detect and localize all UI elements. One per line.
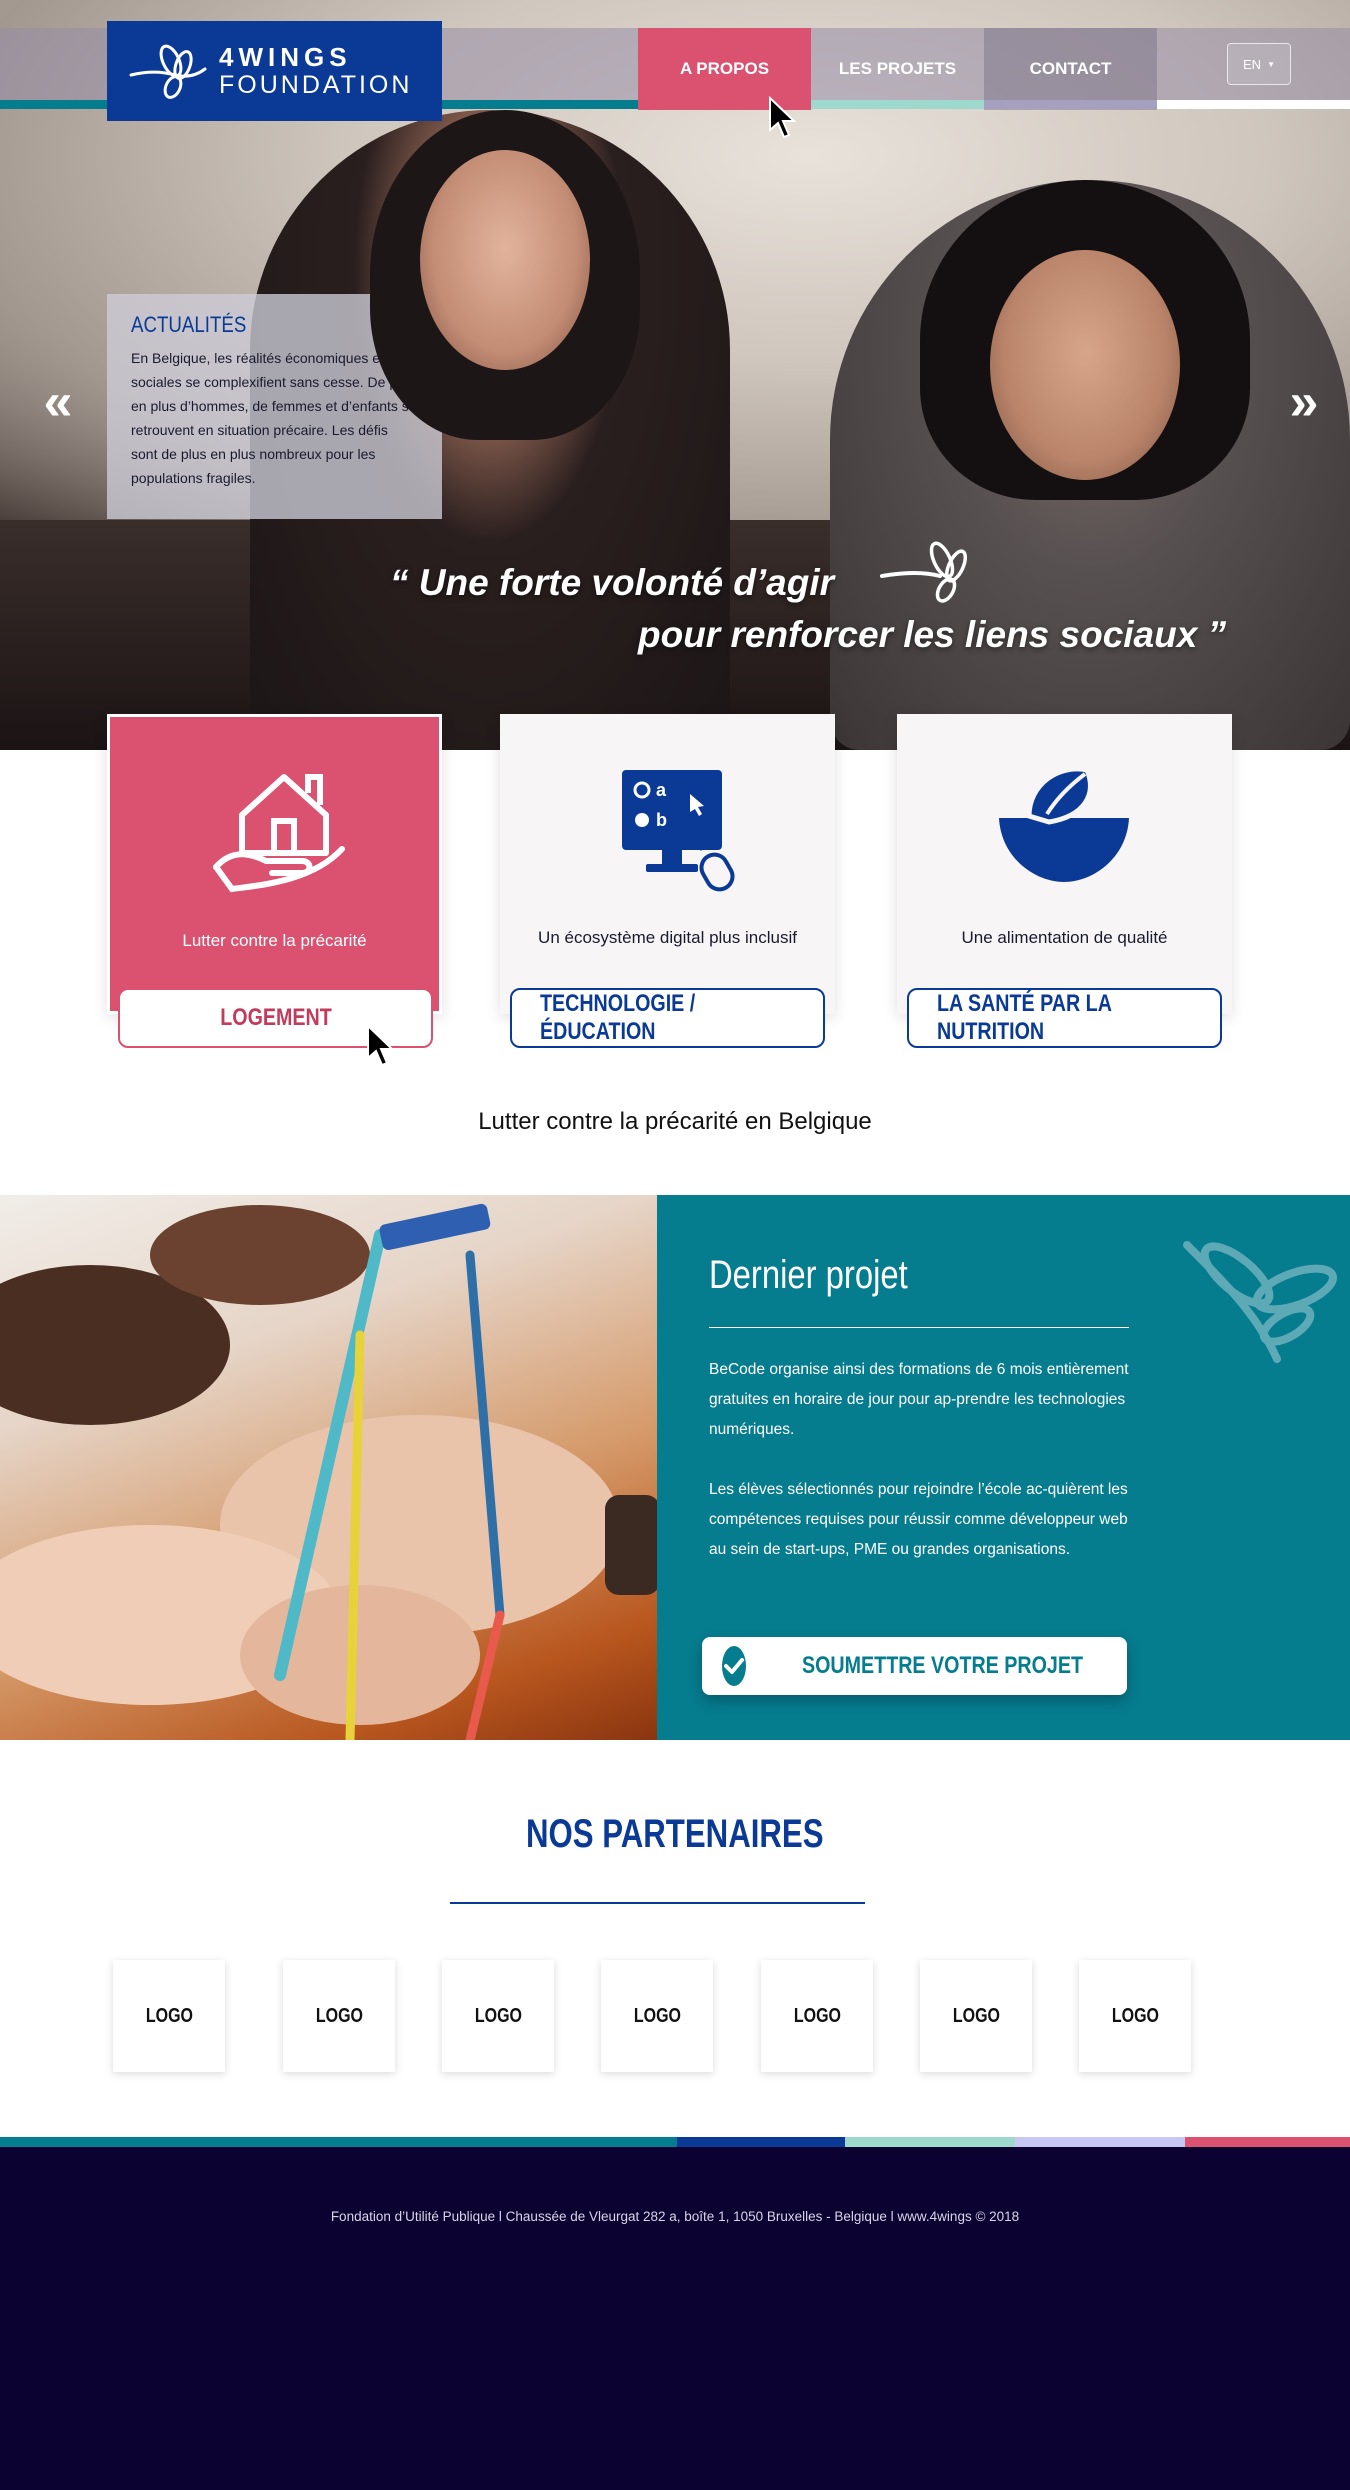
- partners-divider: [450, 1902, 865, 1904]
- hero-person-right-face: [990, 250, 1180, 480]
- main-nav: A PROPOS LES PROJETS CONTACT: [638, 28, 1157, 110]
- language-selector[interactable]: EN ▼: [1227, 43, 1291, 85]
- partner-logo[interactable]: LOGO: [601, 1960, 713, 2072]
- sante-nutrition-button[interactable]: LA SANTÉ PAR LA NUTRITION: [907, 988, 1222, 1048]
- dragonfly-logo-icon: [129, 44, 207, 99]
- footer: Fondation d’Utilité Publique l Chaussée …: [0, 2147, 1350, 2490]
- partner-logo[interactable]: LOGO: [442, 1960, 554, 2072]
- partner-logo-label: LOGO: [633, 2004, 681, 2027]
- sante-nutrition-button-label: LA SANTÉ PAR LA NUTRITION: [936, 990, 1112, 1045]
- category-card-technologie[interactable]: a b Un écosystème digital plus inclusif: [500, 714, 835, 1014]
- section-tagline: Lutter contre la précarité en Belgique: [478, 1108, 872, 1135]
- partner-logo[interactable]: LOGO: [761, 1960, 873, 2072]
- project-paragraph-1: BeCode organise ainsi des formations de …: [709, 1361, 1129, 1438]
- partner-logo-label: LOGO: [793, 2004, 841, 2027]
- mouse-cursor-icon: [769, 96, 796, 139]
- news-body: En Belgique, les réalités économiques et…: [131, 350, 417, 486]
- nav-item-contact[interactable]: CONTACT: [984, 28, 1157, 110]
- hero-quote-line2: pour renforcer les liens sociaux ”: [638, 614, 1227, 655]
- project-title: Dernier projet: [709, 1253, 908, 1297]
- nav-item-les-projets[interactable]: LES PROJETS: [811, 28, 984, 110]
- leaf-bowl-icon: [999, 766, 1129, 882]
- submit-project-label: SOUMETTRE VOTRE PROJET: [802, 1652, 1084, 1679]
- category-card-text: Un écosystème digital plus inclusif: [538, 928, 797, 947]
- partners-title: NOS PARTENAIRES: [0, 1812, 1350, 1857]
- brand-logo[interactable]: 4WINGS FOUNDATION: [107, 21, 442, 121]
- dragonfly-icon: [880, 541, 968, 603]
- slider-next-button[interactable]: »: [1280, 376, 1328, 428]
- partners-title-text: NOS PARTENAIRES: [526, 1812, 824, 1856]
- computer-education-icon: a b: [622, 770, 735, 892]
- language-value: EN: [1243, 56, 1262, 72]
- project-photo: [0, 1195, 657, 1740]
- chevron-double-right-icon: »: [1289, 373, 1319, 431]
- partner-logo-label: LOGO: [145, 2004, 193, 2027]
- logement-button-label: LOGEMENT: [219, 1004, 332, 1031]
- project-divider: [709, 1327, 1129, 1328]
- check-circle-icon: [722, 1646, 746, 1686]
- dragonfly-watermark-icon: [1183, 1241, 1337, 1363]
- category-card-logement[interactable]: Lutter contre la précarité: [107, 714, 442, 1014]
- hero-person-left-face: [420, 150, 590, 370]
- project-photo-illustration: [0, 1203, 657, 1740]
- brand-name-line2: FOUNDATION: [219, 71, 413, 99]
- footer-color-stripe: [0, 2137, 1350, 2147]
- slider-prev-button[interactable]: «: [34, 376, 82, 428]
- partner-logo-label: LOGO: [315, 2004, 363, 2027]
- footer-address: Fondation d’Utilité Publique l Chaussée …: [330, 2209, 1020, 2224]
- hero-quote-line1: “ Une forte volonté d’agir: [390, 562, 835, 603]
- technologie-education-button-label: TECHNOLOGIE / ÉDUCATION: [539, 990, 696, 1045]
- chevron-double-left-icon: «: [43, 373, 73, 431]
- submit-project-button[interactable]: SOUMETTRE VOTRE PROJET: [702, 1637, 1127, 1695]
- category-card-text: Lutter contre la précarité: [182, 931, 367, 950]
- svg-text:b: b: [656, 810, 667, 830]
- project-paragraph-2: Les élèves sélectionnés pour rejoindre l…: [709, 1481, 1128, 1558]
- category-card-text: Une alimentation de qualité: [961, 928, 1168, 947]
- partner-logo[interactable]: LOGO: [920, 1960, 1032, 2072]
- caret-down-icon: ▼: [1267, 59, 1275, 69]
- partner-logo-label: LOGO: [1111, 2004, 1159, 2027]
- brand-name-line1: 4WINGS: [219, 42, 352, 72]
- partner-logo-label: LOGO: [952, 2004, 1000, 2027]
- brand-name: 4WINGS FOUNDATION: [219, 44, 412, 98]
- partner-logo-label: LOGO: [474, 2004, 522, 2027]
- news-title: ACTUALITÉS: [131, 312, 247, 337]
- category-card-nutrition[interactable]: Une alimentation de qualité: [897, 714, 1232, 1014]
- technologie-education-button[interactable]: TECHNOLOGIE / ÉDUCATION: [510, 988, 825, 1048]
- svg-text:a: a: [656, 780, 667, 800]
- house-hand-icon: [213, 774, 345, 893]
- partner-logo[interactable]: LOGO: [283, 1960, 395, 2072]
- partner-logo[interactable]: LOGO: [113, 1960, 225, 2072]
- mouse-cursor-icon: [367, 1024, 394, 1067]
- partner-logo[interactable]: LOGO: [1079, 1960, 1191, 2072]
